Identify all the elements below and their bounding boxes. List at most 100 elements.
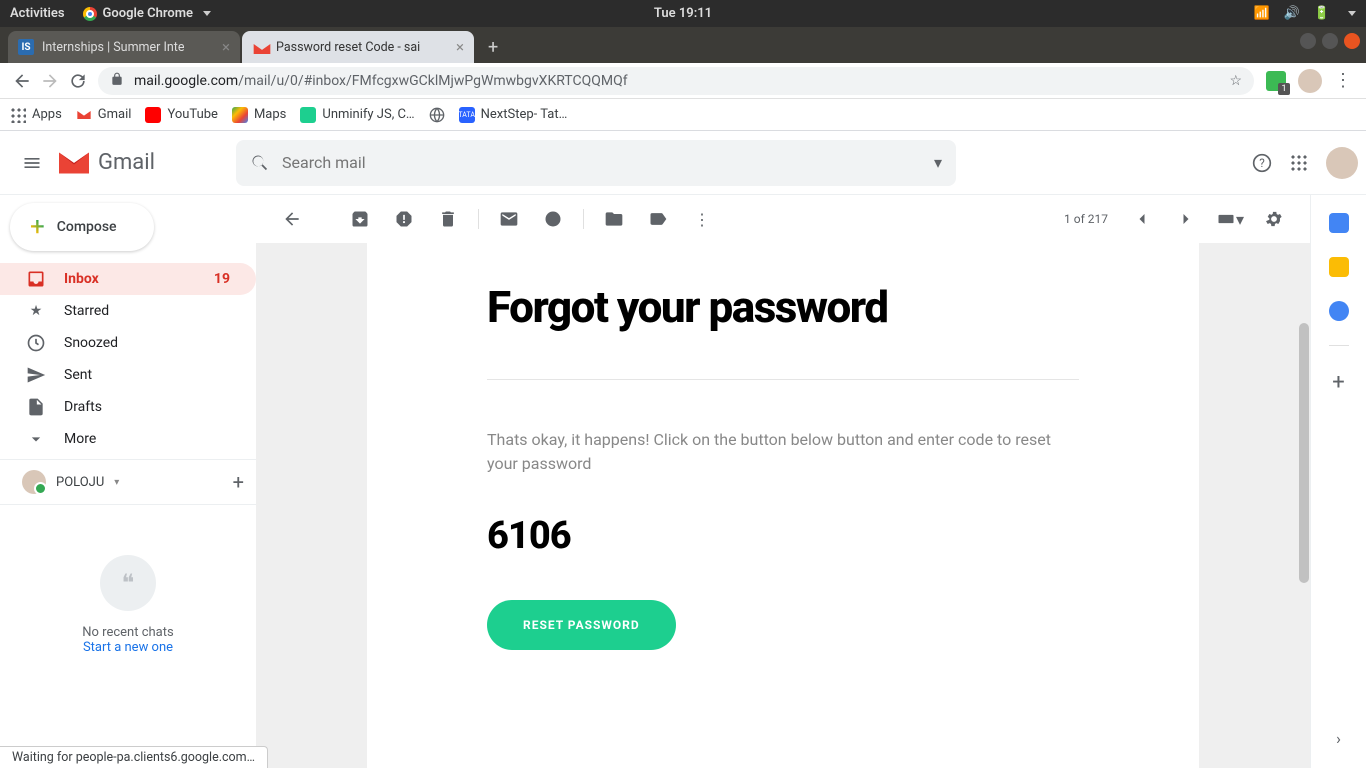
maps-bookmark[interactable]: Maps	[232, 107, 286, 123]
settings-button[interactable]	[1254, 199, 1294, 239]
compose-button[interactable]: + Compose	[10, 203, 154, 251]
gmail-logo[interactable]: Gmail	[56, 145, 236, 181]
keep-addon-icon[interactable]	[1329, 257, 1349, 277]
hangouts-panel: No recent chats Start a new one	[0, 555, 256, 655]
back-button[interactable]	[8, 67, 36, 95]
divider	[583, 209, 584, 229]
bookmark-label: NextStep- Tat…	[481, 107, 568, 122]
next-message-button[interactable]	[1166, 199, 1206, 239]
new-tab-button[interactable]: +	[476, 31, 510, 63]
sidebar-item-drafts[interactable]: Drafts	[0, 391, 256, 423]
email-heading: Forgot your password	[487, 283, 1079, 331]
url-host: mail.google.com	[134, 73, 238, 89]
input-tools-button[interactable]: ▾	[1210, 199, 1250, 239]
gmail-addons-rail: + ›	[1310, 195, 1366, 768]
forward-button[interactable]	[36, 67, 64, 95]
generic-bookmark[interactable]	[429, 107, 445, 123]
extension-icon[interactable]	[1266, 71, 1286, 91]
divider	[1329, 345, 1349, 346]
apps-bookmark[interactable]: Apps	[10, 107, 62, 123]
help-icon[interactable]: ?	[1252, 153, 1272, 173]
site-icon	[300, 107, 316, 123]
inbox-count: 19	[214, 271, 230, 287]
address-bar[interactable]: mail.google.com/mail/u/0/#inbox/FMfcgxwG…	[98, 67, 1254, 95]
hide-panel-button[interactable]: ›	[1336, 729, 1341, 748]
send-icon	[26, 365, 46, 385]
browser-tab-strip: IS Internships | Summer Inte × Password …	[0, 27, 1366, 63]
reload-button[interactable]	[64, 67, 92, 95]
tata-icon: TATA	[459, 107, 475, 123]
search-options-icon[interactable]: ▾	[934, 153, 942, 172]
activities-button[interactable]: Activities	[10, 6, 65, 21]
system-menu-chevron-icon[interactable]	[1348, 11, 1356, 16]
spam-button[interactable]	[384, 199, 424, 239]
battery-icon[interactable]: 🔋	[1314, 6, 1330, 21]
archive-button[interactable]	[340, 199, 380, 239]
bookmark-star-icon[interactable]: ☆	[1229, 73, 1242, 89]
pagination-text: 1 of 217	[1064, 212, 1108, 226]
scrollbar-thumb[interactable]	[1299, 323, 1309, 583]
nextstep-bookmark[interactable]: TATA NextStep- Tat…	[459, 107, 568, 123]
sidebar-item-inbox[interactable]: Inbox 19	[0, 263, 256, 295]
current-app-menu[interactable]: Google Chrome	[83, 6, 211, 21]
current-app-label: Google Chrome	[103, 6, 193, 21]
gmail-sidebar: + Compose Inbox 19 ★Starred Snoozed Sent…	[0, 195, 256, 768]
bookmark-label: Unminify JS, C…	[322, 107, 414, 122]
main-menu-button[interactable]	[8, 139, 56, 187]
divider	[487, 379, 1079, 380]
sidebar-item-more[interactable]: More	[0, 423, 256, 455]
search-input[interactable]	[282, 153, 934, 172]
sidebar-item-starred[interactable]: ★Starred	[0, 295, 256, 327]
hangouts-empty-text: No recent chats	[0, 625, 256, 640]
calendar-addon-icon[interactable]	[1329, 213, 1349, 233]
google-apps-icon[interactable]	[1290, 154, 1308, 172]
bookmark-label: Gmail	[98, 107, 132, 122]
close-icon[interactable]: ×	[222, 38, 230, 56]
more-actions-button[interactable]: ⋮	[682, 199, 722, 239]
hangouts-user[interactable]: POLOJU ▾ +	[0, 464, 256, 500]
profile-avatar[interactable]	[1298, 69, 1322, 93]
clock[interactable]: Tue 19:11	[654, 6, 712, 21]
compose-label: Compose	[57, 219, 117, 235]
sidebar-item-sent[interactable]: Sent	[0, 359, 256, 391]
back-to-inbox-button[interactable]	[272, 199, 312, 239]
nav-label: Inbox	[64, 271, 99, 287]
tab-gmail[interactable]: Password reset Code - sai ×	[242, 31, 474, 63]
labels-button[interactable]	[638, 199, 678, 239]
gmail-icon	[56, 145, 92, 181]
divider	[0, 459, 256, 460]
browser-menu-icon[interactable]: ⋮	[1328, 70, 1358, 91]
prev-message-button[interactable]	[1122, 199, 1162, 239]
search-box[interactable]: ▾	[236, 140, 956, 186]
bookmarks-bar: Apps Gmail YouTube Maps Unminify JS, C… …	[0, 99, 1366, 131]
delete-button[interactable]	[428, 199, 468, 239]
account-avatar[interactable]	[1326, 147, 1358, 179]
close-window-button[interactable]	[1344, 33, 1360, 49]
start-chat-link[interactable]: Start a new one	[83, 640, 173, 655]
tab-internships[interactable]: IS Internships | Summer Inte ×	[8, 31, 240, 63]
reset-password-button[interactable]: RESET PASSWORD	[487, 600, 676, 650]
unminify-bookmark[interactable]: Unminify JS, C…	[300, 107, 414, 123]
minimize-button[interactable]	[1300, 33, 1316, 49]
gmail-header: Gmail ▾ ?	[0, 131, 1366, 195]
youtube-bookmark[interactable]: YouTube	[145, 107, 218, 123]
browser-toolbar: mail.google.com/mail/u/0/#inbox/FMfcgxwG…	[0, 63, 1366, 99]
volume-icon[interactable]: 🔊	[1284, 6, 1300, 21]
email-body: Forgot your password Thats okay, it happ…	[367, 243, 1199, 768]
mark-unread-button[interactable]	[489, 199, 529, 239]
maximize-button[interactable]	[1322, 33, 1338, 49]
tasks-addon-icon[interactable]	[1329, 301, 1349, 321]
sidebar-item-snoozed[interactable]: Snoozed	[0, 327, 256, 359]
close-icon[interactable]: ×	[456, 38, 464, 56]
user-avatar	[22, 470, 46, 494]
gmail-bookmark[interactable]: Gmail	[76, 107, 132, 123]
apps-grid-icon	[10, 107, 26, 123]
snooze-button[interactable]	[533, 199, 573, 239]
move-to-button[interactable]	[594, 199, 634, 239]
file-icon	[26, 397, 46, 417]
bookmark-label: YouTube	[167, 107, 218, 122]
new-chat-icon[interactable]: +	[233, 470, 244, 494]
gmail-main: ⋮ 1 of 217 ▾ Forgot your password Thats …	[256, 195, 1310, 768]
wifi-icon[interactable]: 📶	[1253, 6, 1269, 21]
get-addons-button[interactable]: +	[1332, 370, 1344, 395]
